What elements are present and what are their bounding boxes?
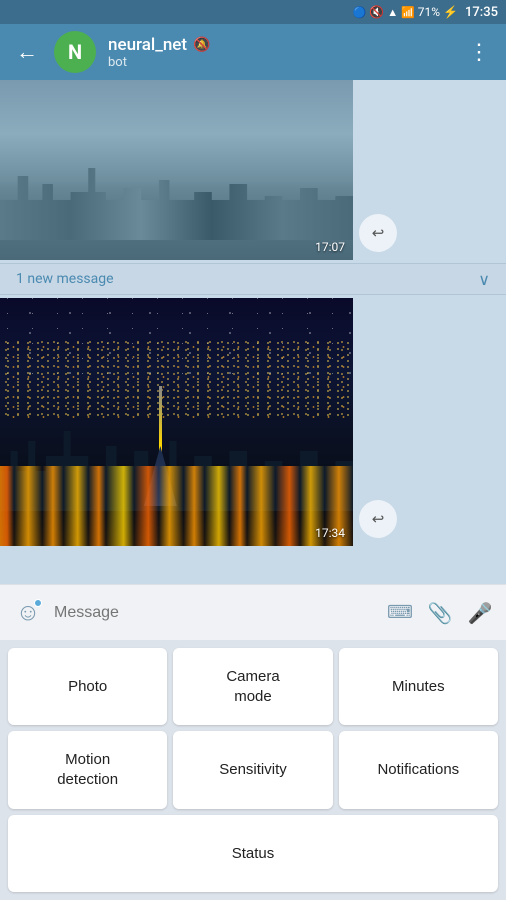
status-bar: 🔵 🔇 ▲ 📶 71% ⚡ 17:35 (0, 0, 506, 24)
message-timestamp-2: 17:34 (315, 526, 345, 540)
more-options-button[interactable]: ⋮ (464, 36, 494, 69)
message-image-night[interactable]: 17:34 (0, 298, 353, 546)
status-button[interactable]: Status (8, 815, 498, 892)
header-info: neural_net 🔕 bot (108, 35, 452, 70)
new-message-text: 1 new message (16, 271, 114, 287)
emoji-notification-dot (34, 599, 42, 607)
message-image-day[interactable]: 17:07 (0, 80, 353, 260)
keyboard-toggle-button[interactable]: ⌨ (384, 597, 416, 629)
keyboard-row-3: Status (8, 815, 498, 892)
microphone-button[interactable]: 🎤 (464, 597, 496, 629)
keyboard-row-1: Photo Cameramode Minutes (8, 648, 498, 725)
back-button[interactable]: ← (12, 35, 42, 69)
message-input[interactable] (54, 604, 376, 622)
forward-button-1[interactable]: ↩ (359, 214, 397, 252)
chat-area: 17:07 ↩ 1 new message ∨ 17:34 ↩ (0, 80, 506, 640)
bot-keyboard: Photo Cameramode Minutes Motiondetection… (0, 640, 506, 900)
chevron-down-icon: ∨ (478, 270, 490, 289)
sensitivity-button[interactable]: Sensitivity (173, 731, 332, 808)
new-message-banner[interactable]: 1 new message ∨ (0, 263, 506, 295)
avatar: N (54, 31, 96, 73)
signal-icon: 📶 (401, 6, 415, 19)
bluetooth-icon: 🔵 (353, 6, 367, 19)
message-timestamp-1: 17:07 (315, 240, 345, 254)
minutes-button[interactable]: Minutes (339, 648, 498, 725)
attach-button[interactable]: 📎 (424, 597, 456, 629)
contact-subtitle: bot (108, 55, 452, 70)
microphone-icon: 🎤 (468, 601, 493, 625)
buildings-silhouette-day (0, 160, 353, 240)
emoji-button[interactable]: ☺ (10, 595, 46, 631)
battery-icon: ⚡ (443, 5, 458, 19)
keyboard-icon: ⌨ (387, 602, 413, 623)
chat-header: ← N neural_net 🔕 bot ⋮ (0, 24, 506, 80)
camera-mode-button[interactable]: Cameramode (173, 648, 332, 725)
motion-detection-button[interactable]: Motiondetection (8, 731, 167, 808)
status-icons: 🔵 🔇 ▲ 📶 71% ⚡ 17:35 (353, 5, 498, 20)
paperclip-icon: 📎 (428, 601, 453, 625)
mute-status-icon: 🔕 (193, 37, 210, 53)
message-input-area: ☺ ⌨ 📎 🎤 (0, 584, 506, 640)
keyboard-row-2: Motiondetection Sensitivity Notification… (8, 731, 498, 808)
clock: 17:35 (465, 5, 498, 20)
notifications-button[interactable]: Notifications (339, 731, 498, 808)
photo-button[interactable]: Photo (8, 648, 167, 725)
wifi-icon: ▲ (387, 6, 398, 19)
road-reflection (0, 506, 353, 546)
mute-icon: 🔇 (369, 5, 384, 19)
message-2: 17:34 ↩ (0, 298, 397, 546)
contact-name: neural_net 🔕 (108, 35, 452, 55)
battery-percent: 71% (418, 5, 440, 19)
forward-button-2[interactable]: ↩ (359, 500, 397, 538)
message-1: 17:07 ↩ (0, 80, 397, 260)
